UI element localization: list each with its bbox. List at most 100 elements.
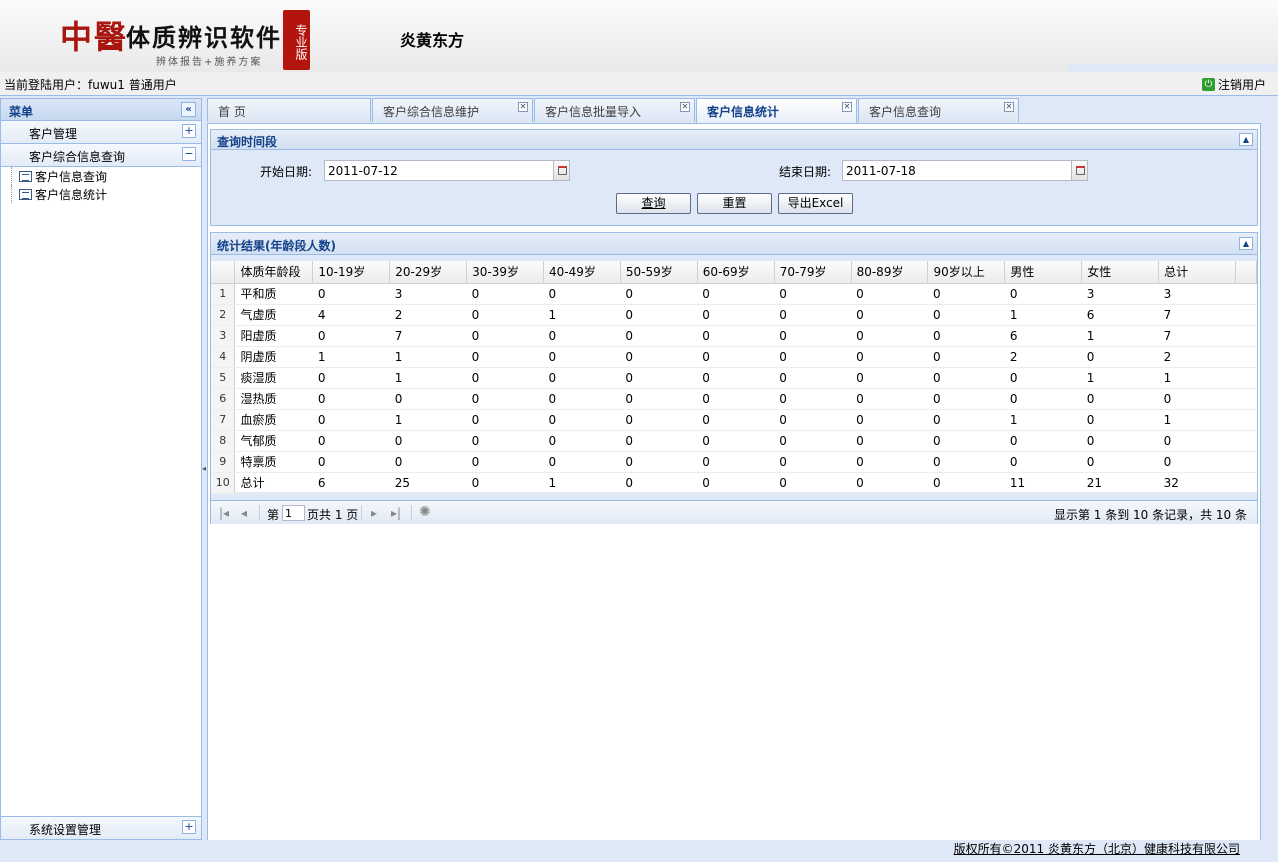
table-cell: 0 — [1158, 430, 1236, 452]
table-cell-spacer — [1235, 325, 1257, 347]
table-cell: 0 — [927, 388, 1005, 410]
row-number-header — [211, 261, 236, 284]
table-row[interactable]: 10 总计 6 25 0 1 0 0 0 0 0 11 21 32 — [211, 472, 1257, 494]
table-row[interactable]: 8 气郁质 0 0 0 0 0 0 0 0 0 0 0 0 — [211, 430, 1257, 452]
column-header[interactable]: 男性 — [1004, 261, 1083, 284]
table-cell: 0 — [466, 346, 544, 368]
sidebar-bottom: 系统设置管理 + — [1, 816, 201, 839]
table-row[interactable]: 1 平和质 0 3 0 0 0 0 0 0 0 0 3 3 — [211, 283, 1257, 305]
column-header[interactable]: 80-89岁 — [851, 261, 929, 284]
column-header[interactable]: 40-49岁 — [543, 261, 621, 284]
table-cell: 1 — [1158, 367, 1236, 389]
collapse-panel-icon[interactable]: ▲ — [1239, 133, 1253, 146]
table-cell: 0 — [774, 472, 852, 494]
close-icon[interactable]: ✕ — [680, 102, 690, 112]
table-cell: 0 — [851, 430, 928, 452]
table-cell: 0 — [851, 325, 928, 347]
table-cell: 1 — [1081, 325, 1159, 347]
table-cell-spacer — [1235, 451, 1257, 473]
table-cell: 0 — [1004, 430, 1082, 452]
table-cell: 0 — [620, 304, 698, 326]
table-row[interactable]: 7 血瘀质 0 1 0 0 0 0 0 0 0 1 0 1 — [211, 409, 1257, 431]
end-date-field[interactable]: 2011-07-18 — [842, 160, 1088, 181]
reset-button[interactable]: 重置 — [697, 193, 772, 214]
logo-seal: 专业版 — [283, 10, 310, 70]
tab-home[interactable]: 首 页 — [207, 98, 371, 122]
table-cell: 0 — [620, 325, 698, 347]
tab-customer-info-maintenance[interactable]: 客户综合信息维护 ✕ — [372, 98, 533, 122]
logout-button[interactable]: ⏻ 注销用户 — [1201, 76, 1266, 93]
page-suffix: 页共 1 页 — [307, 508, 359, 522]
tab-customer-info-query[interactable]: 客户信息查询 ✕ — [858, 98, 1019, 122]
export-excel-button[interactable]: 导出Excel — [778, 193, 853, 214]
expand-icon[interactable]: + — [182, 124, 196, 138]
query-button[interactable]: 查询 — [616, 193, 691, 214]
page-number-input[interactable]: 1 — [282, 505, 305, 521]
close-icon[interactable]: ✕ — [1004, 102, 1014, 112]
column-header[interactable]: 女性 — [1081, 261, 1160, 284]
table-row[interactable]: 2 气虚质 4 2 0 1 0 0 0 0 0 1 6 7 — [211, 304, 1257, 326]
sidebar-item-customer-info-query[interactable]: 客户信息查询 — [1, 167, 201, 185]
tab-customer-info-stats[interactable]: 客户信息统计 ✕ — [696, 98, 857, 123]
calendar-icon[interactable] — [553, 160, 570, 181]
refresh-icon[interactable]: ✺ — [419, 504, 431, 520]
calendar-icon[interactable] — [1071, 160, 1088, 181]
table-cell: 7 — [1158, 304, 1236, 326]
pagination-bar: |◂ ◂ 第 1 页共 1 页 ▸ ▸| ✺ 显示第 1 条到 10 条记录，共… — [211, 500, 1257, 524]
table-cell-spacer — [1235, 367, 1257, 389]
table-row[interactable]: 4 阴虚质 1 1 0 0 0 0 0 0 0 2 0 2 — [211, 346, 1257, 368]
table-cell: 0 — [1081, 451, 1159, 473]
column-header[interactable]: 20-29岁 — [389, 261, 468, 284]
table-cell: 0 — [466, 451, 544, 473]
column-header[interactable]: 体质年龄段 — [234, 261, 314, 284]
table-row[interactable]: 3 阳虚质 0 7 0 0 0 0 0 0 0 6 1 7 — [211, 325, 1257, 347]
table-cell: 0 — [1004, 367, 1082, 389]
sidebar-section-customer-query[interactable]: 客户综合信息查询 − — [1, 144, 201, 167]
start-date-field[interactable]: 2011-07-12 — [324, 160, 570, 181]
table-cell: 0 — [543, 325, 621, 347]
table-cell: 0 — [927, 472, 1005, 494]
table-row[interactable]: 5 痰湿质 0 1 0 0 0 0 0 0 0 0 1 1 — [211, 367, 1257, 389]
tab-label: 客户信息统计 — [707, 105, 780, 119]
current-user-label: 当前登陆用户：fuwu1 普通用户 — [4, 78, 177, 92]
table-cell: 0 — [620, 430, 698, 452]
table-cell: 0 — [466, 472, 544, 494]
close-icon[interactable]: ✕ — [518, 102, 528, 112]
last-page-icon[interactable]: ▸| — [391, 506, 401, 520]
tab-customer-batch-import[interactable]: 客户信息批量导入 ✕ — [534, 98, 695, 122]
collapse-panel-icon[interactable]: ▲ — [1239, 237, 1253, 250]
column-header[interactable]: 50-59岁 — [620, 261, 698, 284]
column-header[interactable]: 30-39岁 — [466, 261, 545, 284]
column-header[interactable]: 70-79岁 — [774, 261, 852, 284]
table-cell: 0 — [851, 388, 928, 410]
table-cell-spacer — [1235, 472, 1257, 494]
column-header[interactable]: 60-69岁 — [697, 261, 775, 284]
form-icon — [19, 170, 32, 182]
table-cell: 0 — [697, 325, 775, 347]
collapse-icon[interactable]: − — [182, 147, 196, 161]
sidebar-item-customer-info-stats[interactable]: 客户信息统计 — [1, 185, 201, 203]
next-page-icon[interactable]: ▸ — [371, 506, 377, 520]
first-page-icon[interactable]: |◂ — [219, 506, 229, 520]
collapse-arrow-icon[interactable]: ◂ — [202, 464, 206, 473]
expand-icon[interactable]: + — [182, 820, 196, 834]
table-cell: 血瘀质 — [234, 409, 313, 431]
table-cell: 0 — [697, 304, 775, 326]
close-icon[interactable]: ✕ — [842, 102, 852, 112]
table-cell: 1 — [312, 346, 390, 368]
table-cell: 0 — [1081, 346, 1159, 368]
column-header[interactable]: 总计 — [1158, 261, 1236, 284]
table-row[interactable]: 9 特禀质 0 0 0 0 0 0 0 0 0 0 0 0 — [211, 451, 1257, 473]
table-cell: 0 — [466, 409, 544, 431]
prev-page-icon[interactable]: ◂ — [241, 506, 247, 520]
table-cell: 1 — [1081, 367, 1159, 389]
results-grid: 体质年龄段 10-19岁 20-29岁 30-39岁 40-49岁 50-59岁 60-69… — [211, 261, 1258, 494]
column-header[interactable]: 10-19岁 — [312, 261, 391, 284]
sidebar-section-system-settings[interactable]: 系统设置管理 + — [1, 816, 201, 839]
collapse-sidebar-icon[interactable]: « — [181, 102, 196, 117]
column-header[interactable]: 90岁以上 — [927, 261, 1006, 284]
query-panel-title: 查询时间段 — [217, 135, 278, 149]
table-row[interactable]: 6 湿热质 0 0 0 0 0 0 0 0 0 0 0 0 — [211, 388, 1257, 410]
table-cell: 0 — [851, 346, 928, 368]
sidebar-section-customer-management[interactable]: 客户管理 + — [1, 121, 201, 144]
